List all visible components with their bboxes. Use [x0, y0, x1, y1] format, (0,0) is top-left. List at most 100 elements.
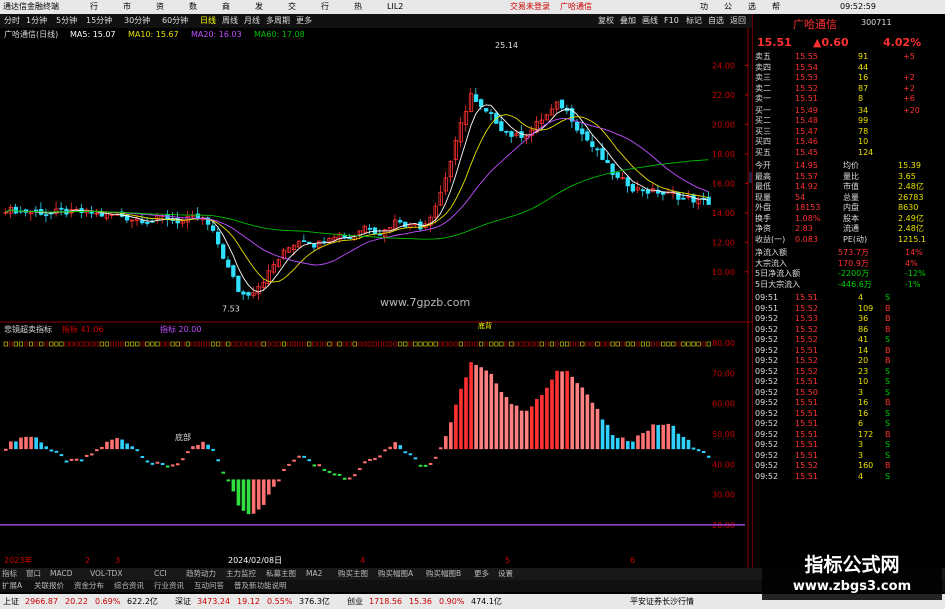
quote-cell: B	[885, 356, 891, 365]
indicator-tab[interactable]: VOL-TDX	[90, 568, 122, 580]
index-name[interactable]: 深证	[175, 594, 191, 609]
quote-cell: S	[885, 387, 891, 397]
candle	[504, 130, 509, 133]
quote-cell: 109	[858, 303, 874, 313]
timeframe-tab[interactable]: 分时	[4, 14, 20, 28]
candle	[44, 214, 49, 217]
menu-item[interactable]: LIL2	[387, 0, 403, 14]
timeframe-tab[interactable]: 多周期	[266, 14, 290, 28]
quote-cell: 4	[858, 471, 864, 481]
timeframe-tab[interactable]: 60分钟	[162, 14, 188, 28]
quote-cell: S	[885, 450, 891, 460]
quote-row: 09:52 15.52 160 B	[753, 461, 931, 472]
quote-cell: 15.51	[795, 419, 818, 428]
quote-cell: 09:52	[755, 366, 779, 376]
quote-cell: 09:52	[755, 408, 779, 418]
osc-bar	[130, 446, 135, 450]
osc-bar	[170, 464, 175, 467]
indicator-tab[interactable]: 私募主图	[266, 568, 296, 580]
indicator-tab[interactable]: 购买幅图A	[378, 568, 413, 580]
sub-axis-tick: 50.00	[712, 430, 735, 439]
timeframe-tab[interactable]: 更多	[296, 14, 312, 28]
info-tab[interactable]: 关联报价	[34, 580, 64, 592]
quote-cell: 15.52	[795, 461, 818, 470]
info-tab[interactable]: 资金分布	[74, 580, 104, 592]
indicator-tab[interactable]: 窗口	[26, 568, 41, 580]
quote-cell: 卖一	[755, 94, 771, 103]
osc-bar	[701, 450, 706, 453]
chart-watermark: www.7gpzb.com	[380, 296, 470, 309]
osc-bar	[4, 448, 8, 451]
osc-bar	[620, 437, 625, 450]
quote-cell: 15.51	[795, 429, 818, 439]
osc-bar	[570, 376, 574, 450]
quote-row: 外盘 18153 内盘 8630	[753, 203, 931, 214]
quote-cell: 15.48	[795, 116, 818, 125]
quote-row: 09:51 15.51 4 S	[753, 293, 931, 304]
quote-cell: 44	[858, 62, 869, 72]
index-name[interactable]: 上证	[3, 594, 19, 609]
quote-cell: 09:52	[755, 419, 779, 428]
indicator-tab[interactable]: 更多	[474, 568, 489, 580]
indicator-tab[interactable]: 趋势动力	[186, 568, 216, 580]
info-tab[interactable]: 综合资讯	[114, 580, 144, 592]
osc-bar	[575, 383, 580, 450]
timeframe-tab[interactable]: 1分钟	[26, 14, 47, 28]
quote-cell: 124	[858, 147, 874, 157]
timeframe-tab[interactable]: 30分钟	[124, 14, 150, 28]
quote-cell: 收益(一)	[755, 234, 786, 244]
index-name[interactable]: 创业	[347, 594, 363, 609]
candle	[630, 184, 635, 192]
timeframe-tab[interactable]: 月线	[244, 14, 260, 28]
quote-row: 09:52 15.51 16 S	[753, 409, 931, 420]
indicator-tab[interactable]: CCI	[154, 568, 167, 580]
info-tab[interactable]: 互动问答	[194, 580, 224, 592]
quote-cell: 现量	[755, 192, 771, 202]
indicator-tab[interactable]: 指标	[2, 568, 17, 580]
osc-bar	[555, 370, 559, 450]
quote-panel: 广哈通信 300711 15.51 ▲0.60 4.02% 卖五 15.55 91 +5 卖四 15…	[752, 14, 945, 568]
osc-bar	[352, 474, 357, 477]
osc-bar	[681, 436, 686, 450]
kline-chart[interactable]: 广哈通信(日线) MA5: 15.07 MA10: 15.67 MA20: 16.03…	[0, 28, 752, 568]
broker-name: 平安证券长沙行情	[630, 597, 694, 606]
toolbar-button[interactable]: 标记	[686, 14, 702, 28]
indicator-tab[interactable]: 设置	[498, 568, 513, 580]
quote-cell: 净资	[755, 224, 771, 233]
timeframe-tab[interactable]: 15分钟	[86, 14, 112, 28]
indicator-tab[interactable]: 购买幅图B	[426, 568, 461, 580]
indicator-tab[interactable]: MA2	[306, 568, 322, 580]
osc-bar	[216, 459, 220, 462]
osc-bar	[494, 383, 499, 450]
quote-cell: 1.08%	[795, 213, 821, 223]
toolbar-button[interactable]: F10	[664, 14, 679, 28]
last-price: 15.51	[757, 36, 792, 49]
osc-bar	[337, 473, 342, 476]
price-tick: 22.00	[712, 91, 735, 100]
toolbar-button[interactable]: 叠加	[620, 14, 636, 28]
indicator-tab[interactable]: 主力监控	[226, 568, 256, 580]
info-tab[interactable]: 扩展A	[2, 580, 22, 592]
toolbar-button[interactable]: 复权	[598, 14, 614, 28]
osc-bar	[590, 402, 595, 450]
trade-link[interactable]: 交易未登录	[510, 0, 550, 14]
quote-row: 净流入额 573.7万 14%	[753, 248, 931, 259]
osc-bar	[585, 394, 590, 450]
candle	[590, 141, 595, 148]
toolbar-button[interactable]: 画线	[642, 14, 658, 28]
quote-cell: +6	[903, 94, 915, 103]
info-tab[interactable]: 行业资讯	[154, 580, 184, 592]
info-tab[interactable]: 普及新功能说明	[234, 580, 287, 592]
timeframe-tab[interactable]: 日线	[200, 14, 216, 28]
quote-row: 09:52 15.52 41 S	[753, 335, 931, 346]
indicator-tab[interactable]: 购买主图	[338, 568, 368, 580]
toolbar-button[interactable]: 自选	[708, 14, 724, 28]
quote-row: 09:52 15.51 14 B	[753, 346, 931, 357]
trade-link[interactable]: 广哈通信	[560, 0, 592, 14]
toolbar-button[interactable]: 返回	[730, 14, 746, 28]
timeframe-tab[interactable]: 周线	[222, 14, 238, 28]
indicator-tab[interactable]: MACD	[50, 568, 72, 580]
timeframe-tab[interactable]: 5分钟	[56, 14, 77, 28]
quote-cell: 09:52	[755, 450, 779, 460]
quote-cell: 14.92	[795, 182, 818, 191]
